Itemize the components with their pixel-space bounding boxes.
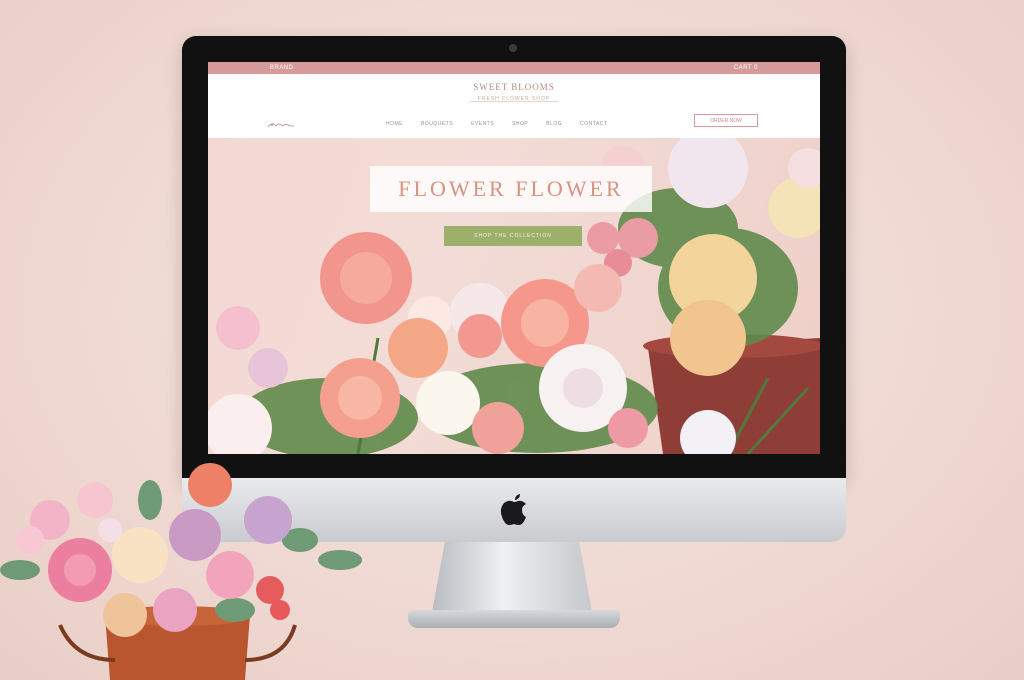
brand-tagline: FRESH FLOWER SHOP xyxy=(477,96,551,102)
nav-events[interactable]: EVENTS xyxy=(471,121,494,127)
brand-name[interactable]: SWEET BLOOMS xyxy=(208,82,820,92)
topbar-brand[interactable]: BRAND xyxy=(270,65,294,71)
hero-title: FLOWER FLOWER xyxy=(398,176,624,201)
monitor-stand-foot xyxy=(408,610,620,628)
order-now-button[interactable]: ORDER NOW xyxy=(694,114,758,127)
nav-bouquets[interactable]: BOUQUETS xyxy=(421,121,453,127)
nav-shop[interactable]: SHOP xyxy=(512,121,528,127)
hero-title-box: FLOWER FLOWER xyxy=(370,166,652,212)
nav-home[interactable]: HOME xyxy=(386,121,403,127)
camera-dot-icon xyxy=(509,44,517,52)
flower-logo-icon[interactable] xyxy=(266,120,296,130)
nav-contact[interactable]: CONTACT xyxy=(580,121,607,127)
main-nav: HOME BOUQUETS EVENTS SHOP BLOG CONTACT xyxy=(386,121,607,127)
top-bar: BRAND CART 0 xyxy=(208,62,820,74)
foreground-bouquet-image xyxy=(0,463,362,680)
website-screen: BRAND CART 0 SWEET BLOOMS FRESH FLOWER S… xyxy=(208,62,820,454)
apple-logo-icon xyxy=(500,494,526,525)
nav-blog[interactable]: BLOG xyxy=(546,121,562,127)
hero-banner: FLOWER FLOWER SHOP THE COLLECTION xyxy=(208,138,820,454)
topbar-cart[interactable]: CART 0 xyxy=(734,65,758,71)
monitor-stand xyxy=(432,542,592,612)
hero-cta-button[interactable]: SHOP THE COLLECTION xyxy=(444,226,582,246)
site-header: SWEET BLOOMS FRESH FLOWER SHOP HOME BOUQ… xyxy=(208,74,820,138)
